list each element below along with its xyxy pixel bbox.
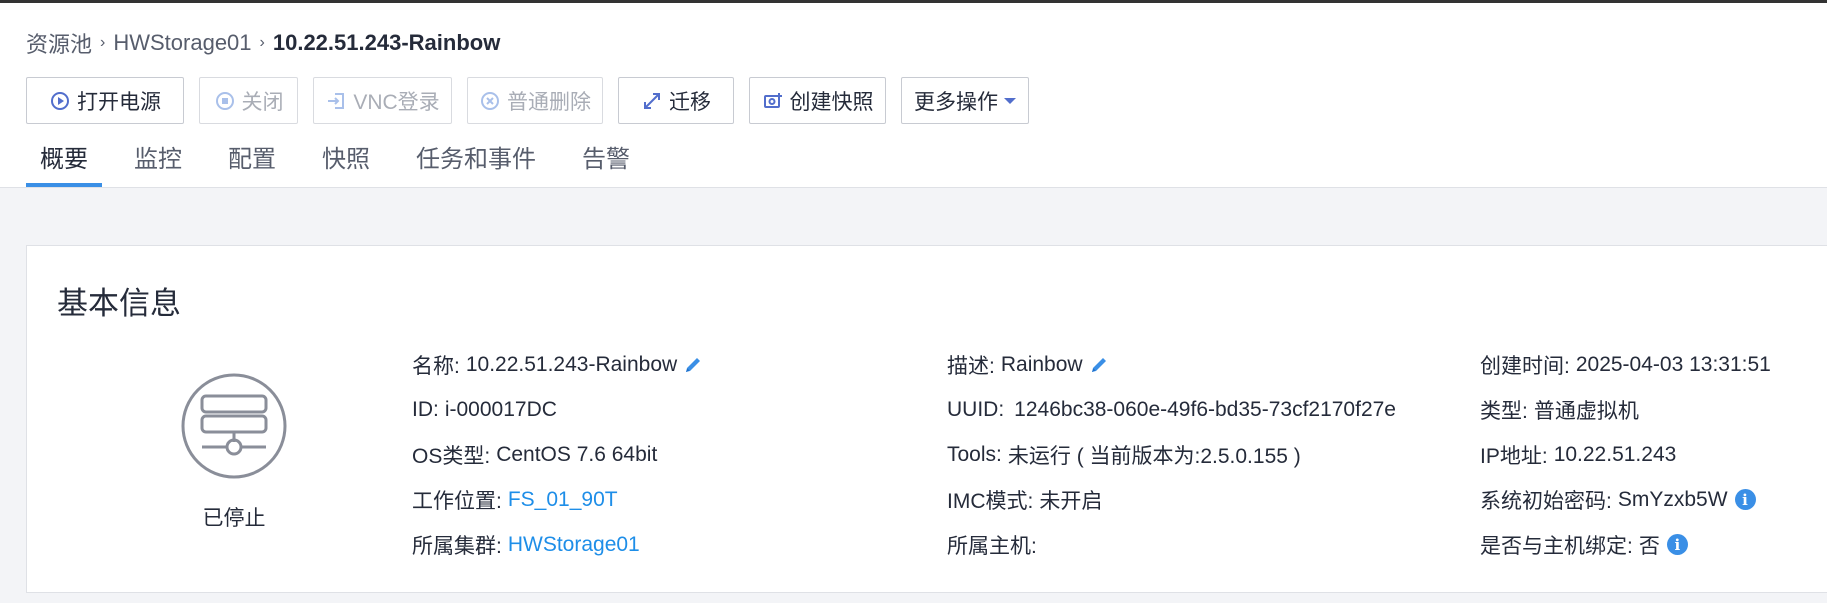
delete-circle-icon: [479, 90, 501, 112]
tools-label: Tools:: [947, 442, 1002, 466]
info-icon[interactable]: i: [1666, 534, 1688, 555]
created-time-label: 创建时间:: [1480, 354, 1570, 378]
info-column-1: 名称: 10.22.51.243-Rainbow ID: i-000017DC …: [412, 342, 703, 567]
type-label: 类型:: [1480, 399, 1528, 423]
vm-status-text: 已停止: [202, 507, 266, 530]
initial-password-value: SmYzxb5W: [1617, 487, 1728, 511]
shutdown-button[interactable]: 关闭: [199, 77, 298, 124]
imc-mode-value: 未开启: [1039, 489, 1103, 513]
edit-name-pencil-icon[interactable]: [683, 355, 703, 375]
host-label: 所属主机:: [947, 534, 1037, 558]
card-title: 基本信息: [57, 286, 181, 321]
tab-snapshots[interactable]: 快照: [308, 143, 384, 187]
power-on-button[interactable]: 打开电源: [26, 77, 184, 124]
page-header: 资源池 › HWStorage01 › 10.22.51.243-Rainbow…: [0, 3, 1827, 188]
power-on-label: 打开电源: [77, 90, 161, 114]
tab-overview[interactable]: 概要: [26, 143, 102, 187]
ip-label: IP地址:: [1480, 444, 1548, 468]
imc-mode-row: IMC模式: 未开启: [947, 477, 1396, 522]
location-row: 工作位置: FS_01_90T: [412, 477, 703, 522]
os-type-value: CentOS 7.6 64bit: [496, 442, 658, 466]
uuid-label: UUID:: [947, 397, 1005, 421]
info-column-3: 创建时间: 2025-04-03 13:31:51 类型: 普通虚拟机 IP地址…: [1480, 342, 1771, 567]
info-column-2: 描述: Rainbow UUID: 1246bc38-060e-49f6-bd3…: [947, 342, 1396, 567]
tab-configuration[interactable]: 配置: [214, 143, 290, 187]
snapshot-icon: [762, 90, 784, 112]
edit-description-pencil-icon[interactable]: [1089, 355, 1109, 375]
host-binding-row: 是否与主机绑定: 否 i: [1480, 522, 1771, 567]
host-binding-value: 否: [1638, 534, 1660, 558]
location-label: 工作位置:: [412, 489, 502, 513]
imc-mode-label: IMC模式:: [947, 489, 1034, 513]
caret-down-icon: [1004, 97, 1016, 104]
cluster-row: 所属集群: HWStorage01: [412, 522, 703, 567]
cluster-label: 所属集群:: [412, 534, 502, 558]
name-row: 名称: 10.22.51.243-Rainbow: [412, 342, 703, 387]
id-label: ID:: [412, 397, 439, 421]
initial-password-row: 系统初始密码: SmYzxb5W i: [1480, 477, 1771, 522]
normal-delete-button[interactable]: 普通删除: [467, 77, 603, 124]
ip-row: IP地址: 10.22.51.243: [1480, 432, 1771, 477]
breadcrumb-storage[interactable]: HWStorage01: [113, 30, 251, 56]
ip-value: 10.22.51.243: [1553, 442, 1677, 466]
type-value: 普通虚拟机: [1533, 399, 1639, 423]
more-actions-label: 更多操作: [914, 90, 998, 114]
tools-value: 未运行 ( 当前版本为:2.5.0.155 ): [1007, 444, 1301, 468]
os-type-label: OS类型:: [412, 444, 491, 468]
more-actions-dropdown[interactable]: 更多操作: [901, 77, 1029, 124]
id-value: i-000017DC: [444, 397, 557, 421]
host-row: 所属主机:: [947, 522, 1396, 567]
migrate-arrows-icon: [641, 90, 663, 112]
uuid-value: 1246bc38-060e-49f6-bd35-73cf2170f27e: [1014, 397, 1396, 421]
type-row: 类型: 普通虚拟机: [1480, 387, 1771, 432]
name-label: 名称:: [412, 354, 460, 378]
breadcrumb-resource-pool[interactable]: 资源池: [26, 27, 92, 59]
tab-bar: 概要 监控 配置 快照 任务和事件 告警: [26, 143, 662, 187]
toolbar: 打开电源 关闭 VNC登录 普通删除 迁移 创建快照 更多操作: [26, 77, 1029, 124]
cluster-link[interactable]: HWStorage01: [508, 533, 640, 557]
breadcrumb-current: 10.22.51.243-Rainbow: [272, 30, 501, 55]
breadcrumb: 资源池 › HWStorage01 › 10.22.51.243-Rainbow: [26, 27, 500, 59]
initial-password-label: 系统初始密码:: [1480, 489, 1612, 513]
os-type-row: OS类型: CentOS 7.6 64bit: [412, 432, 703, 477]
name-value: 10.22.51.243-Rainbow: [465, 352, 678, 376]
vm-server-icon: [180, 372, 288, 480]
description-label: 描述:: [947, 354, 995, 378]
location-link[interactable]: FS_01_90T: [508, 488, 618, 512]
create-snapshot-button[interactable]: 创建快照: [749, 77, 886, 124]
shutdown-label: 关闭: [241, 90, 284, 114]
stop-circle-icon: [214, 90, 236, 112]
create-snapshot-label: 创建快照: [789, 90, 874, 114]
created-time-value: 2025-04-03 13:31:51: [1575, 352, 1771, 376]
id-row: ID: i-000017DC: [412, 387, 703, 432]
tab-monitoring[interactable]: 监控: [120, 143, 196, 187]
tab-alarms[interactable]: 告警: [568, 143, 644, 187]
tools-row: Tools: 未运行 ( 当前版本为:2.5.0.155 ): [947, 432, 1396, 477]
migrate-label: 迁移: [669, 90, 711, 114]
created-time-row: 创建时间: 2025-04-03 13:31:51: [1480, 342, 1771, 387]
chevron-right-icon: ›: [100, 34, 106, 51]
basic-info-card: 基本信息 已停止 名称: 10.22.51.243-Rainbow ID: i-…: [26, 245, 1827, 593]
normal-delete-label: 普通删除: [507, 90, 591, 114]
info-icon[interactable]: i: [1734, 489, 1756, 510]
play-circle-icon: [49, 90, 71, 112]
tab-tasks-events[interactable]: 任务和事件: [402, 143, 550, 187]
login-icon: [325, 90, 347, 112]
vnc-login-label: VNC登录: [353, 90, 440, 114]
description-row: 描述: Rainbow: [947, 342, 1396, 387]
uuid-row: UUID: 1246bc38-060e-49f6-bd35-73cf2170f2…: [947, 387, 1396, 432]
host-binding-label: 是否与主机绑定:: [1480, 534, 1633, 558]
description-value: Rainbow: [1000, 352, 1083, 376]
vnc-login-button[interactable]: VNC登录: [313, 77, 452, 124]
migrate-button[interactable]: 迁移: [618, 77, 734, 124]
chevron-right-icon: ›: [259, 34, 265, 51]
